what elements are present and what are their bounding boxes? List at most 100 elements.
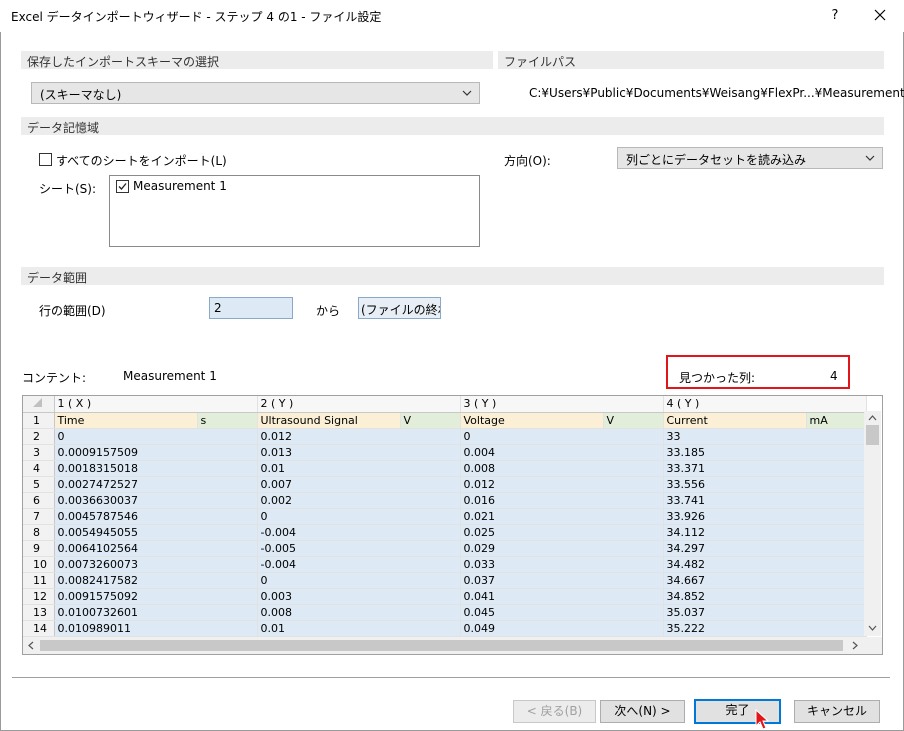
content-value: Measurement 1 <box>123 369 217 383</box>
data-cell[interactable]: -0.004 <box>257 556 461 573</box>
range-section-header: データ範囲 <box>21 267 884 285</box>
data-cell[interactable]: 34.482 <box>663 556 867 573</box>
checkmark-icon <box>118 183 127 190</box>
horizontal-scroll-thumb[interactable] <box>40 640 843 651</box>
data-cell[interactable]: 33.556 <box>663 476 867 493</box>
data-cell[interactable]: 0.0091575092 <box>54 588 258 605</box>
data-cell[interactable]: 0.0045787546 <box>54 508 258 525</box>
data-cell[interactable]: 34.297 <box>663 540 867 557</box>
data-cell[interactable]: 0.004 <box>460 444 664 461</box>
data-cell[interactable]: 0.029 <box>460 540 664 557</box>
row-from-input[interactable]: 2 <box>209 297 293 319</box>
data-cell[interactable]: 0.0073260073 <box>54 556 258 573</box>
data-cell[interactable]: 0.012 <box>460 476 664 493</box>
row-number: 14 <box>23 620 55 637</box>
row-number: 5 <box>23 476 55 493</box>
data-cell[interactable]: 0.033 <box>460 556 664 573</box>
close-button[interactable] <box>862 4 898 28</box>
scroll-up-icon[interactable] <box>868 415 877 421</box>
scroll-down-icon[interactable] <box>868 625 877 631</box>
sheet-checkbox[interactable] <box>116 180 129 193</box>
data-cell[interactable]: 0.002 <box>257 492 461 509</box>
scroll-right-icon[interactable] <box>852 641 858 650</box>
chevron-down-icon <box>462 90 472 96</box>
column-header[interactable]: 1 ( X ) <box>54 396 258 413</box>
data-cell[interactable]: 33.185 <box>663 444 867 461</box>
data-cell[interactable]: 35.037 <box>663 604 867 621</box>
data-cell[interactable]: 0.0064102564 <box>54 540 258 557</box>
unit-cell[interactable]: V <box>603 412 664 429</box>
help-button[interactable]: ? <box>820 4 850 28</box>
corner-cell[interactable] <box>23 396 55 413</box>
unit-cell[interactable]: V <box>400 412 461 429</box>
data-preview-grid[interactable]: 1 ( X ) 2 ( Y ) 3 ( Y ) 4 ( Y ) 1 Time s… <box>22 395 883 655</box>
data-cell[interactable]: 0.0054945055 <box>54 524 258 541</box>
data-cell[interactable]: 0.0027472527 <box>54 476 258 493</box>
label-cell[interactable]: Ultrasound Signal <box>257 412 401 429</box>
data-cell[interactable]: 0 <box>257 572 461 589</box>
data-cell[interactable]: 0.049 <box>460 620 664 637</box>
data-cell[interactable]: 0.041 <box>460 588 664 605</box>
data-cell[interactable]: 0.0018315018 <box>54 460 258 477</box>
data-cell[interactable]: 0.0036630037 <box>54 492 258 509</box>
data-cell[interactable]: 0.003 <box>257 588 461 605</box>
data-cell[interactable]: 0.01 <box>257 620 461 637</box>
label-row: 1 Time s Ultrasound Signal V Voltage V C… <box>23 412 867 429</box>
data-cell[interactable]: 0.007 <box>257 476 461 493</box>
data-cell[interactable]: 33 <box>663 428 867 445</box>
data-cell[interactable]: 0.037 <box>460 572 664 589</box>
data-cell[interactable]: 34.852 <box>663 588 867 605</box>
data-cell[interactable]: -0.005 <box>257 540 461 557</box>
vertical-scrollbar[interactable] <box>864 411 881 636</box>
data-cell[interactable]: 0.016 <box>460 492 664 509</box>
column-header-row: 1 ( X ) 2 ( Y ) 3 ( Y ) 4 ( Y ) <box>23 396 867 413</box>
data-cell[interactable]: 0.008 <box>257 604 461 621</box>
label-cell[interactable]: Time <box>54 412 198 429</box>
column-header[interactable]: 3 ( Y ) <box>460 396 664 413</box>
data-cell[interactable]: 0 <box>54 428 258 445</box>
label-cell[interactable]: Current <box>663 412 807 429</box>
data-cell[interactable]: 0 <box>257 508 461 525</box>
data-cell[interactable]: 0.012 <box>257 428 461 445</box>
data-cell[interactable]: 0.021 <box>460 508 664 525</box>
unit-cell[interactable]: s <box>197 412 258 429</box>
horizontal-scrollbar[interactable] <box>23 637 882 654</box>
label-cell[interactable]: Voltage <box>460 412 604 429</box>
data-cell[interactable]: 0.008 <box>460 460 664 477</box>
data-cell[interactable]: 33.371 <box>663 460 867 477</box>
data-cell[interactable]: 34.112 <box>663 524 867 541</box>
row-number: 10 <box>23 556 55 573</box>
cancel-button[interactable]: キャンセル <box>794 700 880 723</box>
back-button[interactable]: < 戻る(B) <box>513 700 596 723</box>
scroll-left-icon[interactable] <box>28 641 34 650</box>
data-cell[interactable]: 0.010989011 <box>54 620 258 637</box>
found-columns-value: 4 <box>830 369 838 383</box>
data-cell[interactable]: 34.667 <box>663 572 867 589</box>
vertical-scroll-thumb[interactable] <box>866 425 879 445</box>
data-cell[interactable]: 0.013 <box>257 444 461 461</box>
data-cell[interactable]: 0.0100732601 <box>54 604 258 621</box>
data-cell[interactable]: 0.0009157509 <box>54 444 258 461</box>
column-header[interactable]: 2 ( Y ) <box>257 396 461 413</box>
column-header[interactable]: 4 ( Y ) <box>663 396 867 413</box>
row-number: 13 <box>23 604 55 621</box>
row-to-input[interactable]: (ファイルの終わり) <box>358 297 441 319</box>
direction-select[interactable]: 列ごとにデータセットを読み込み <box>617 147 883 169</box>
schema-select-value: (スキーマなし) <box>40 88 122 102</box>
data-cell[interactable]: 33.741 <box>663 492 867 509</box>
data-cell[interactable]: 0 <box>460 428 664 445</box>
row-number: 12 <box>23 588 55 605</box>
data-cell[interactable]: 35.222 <box>663 620 867 637</box>
checkbox-box <box>39 153 52 166</box>
data-cell[interactable]: -0.004 <box>257 524 461 541</box>
sheet-list[interactable]: Measurement 1 <box>109 175 480 247</box>
data-cell[interactable]: 0.01 <box>257 460 461 477</box>
schema-select[interactable]: (スキーマなし) <box>31 82 480 104</box>
data-cell[interactable]: 0.045 <box>460 604 664 621</box>
next-button[interactable]: 次へ(N) > <box>600 700 685 723</box>
title-bar: Excel データインポートウィザード - ステップ 4 の1 - ファイル設定… <box>0 0 904 32</box>
data-cell[interactable]: 0.025 <box>460 524 664 541</box>
unit-cell[interactable]: mA <box>806 412 867 429</box>
data-cell[interactable]: 0.0082417582 <box>54 572 258 589</box>
data-cell[interactable]: 33.926 <box>663 508 867 525</box>
